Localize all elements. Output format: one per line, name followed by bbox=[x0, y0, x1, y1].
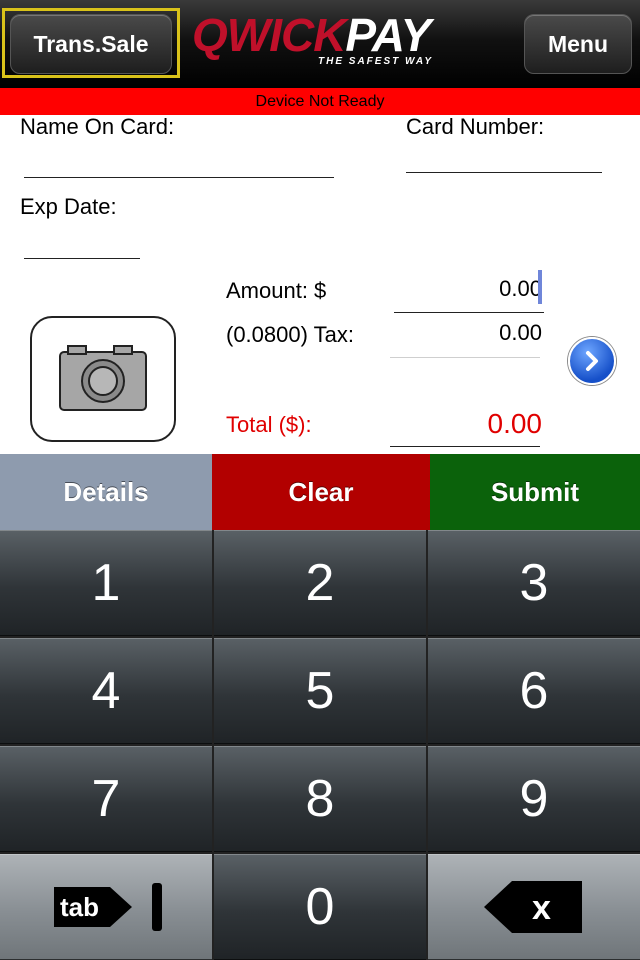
tab-key[interactable]: tab bbox=[0, 854, 212, 960]
camera-icon bbox=[59, 345, 147, 411]
menu-button[interactable]: Menu bbox=[524, 14, 632, 74]
logo-qwick-text: QWICK bbox=[192, 9, 346, 61]
tax-value: 0.00 bbox=[499, 320, 542, 345]
name-on-card-field[interactable] bbox=[24, 177, 334, 178]
backspace-icon: x bbox=[484, 881, 582, 933]
submit-button[interactable]: Submit bbox=[430, 454, 640, 530]
device-status-banner: Device Not Ready bbox=[0, 88, 640, 115]
logo-pay-text: PAY bbox=[345, 9, 431, 61]
name-on-card-label: Name On Card: bbox=[20, 114, 175, 139]
exp-date-label: Exp Date: bbox=[20, 194, 117, 219]
card-number-field[interactable] bbox=[406, 172, 602, 173]
key-0[interactable]: 0 bbox=[214, 854, 426, 960]
tab-icon: tab bbox=[50, 881, 162, 933]
key-4[interactable]: 4 bbox=[0, 638, 212, 744]
text-cursor bbox=[538, 270, 542, 304]
numeric-keypad: 1 2 3 4 5 6 7 8 9 tab 0 x bbox=[0, 530, 640, 960]
tax-underline bbox=[390, 357, 540, 358]
key-5[interactable]: 5 bbox=[214, 638, 426, 744]
amount-value[interactable]: 0.00 bbox=[394, 276, 542, 302]
total-label: Total ($): bbox=[226, 412, 312, 437]
key-9[interactable]: 9 bbox=[428, 746, 640, 852]
key-6[interactable]: 6 bbox=[428, 638, 640, 744]
card-number-label: Card Number: bbox=[406, 114, 545, 139]
exp-date-field[interactable] bbox=[24, 258, 140, 259]
tab-key-label: tab bbox=[60, 892, 99, 922]
details-button[interactable]: Details bbox=[0, 454, 212, 530]
backspace-key-label: x bbox=[532, 889, 551, 927]
clear-button[interactable]: Clear bbox=[212, 454, 430, 530]
next-field-button[interactable] bbox=[568, 337, 616, 385]
backspace-key[interactable]: x bbox=[428, 854, 640, 960]
key-1[interactable]: 1 bbox=[0, 530, 212, 636]
header-bar: Trans.Sale QWICKPAY THE SAFEST WAY Menu bbox=[0, 0, 640, 88]
logo-tagline: THE SAFEST WAY bbox=[318, 56, 434, 67]
camera-button[interactable] bbox=[30, 316, 176, 442]
total-value: 0.00 bbox=[487, 408, 543, 439]
tax-label: (0.0800) Tax: bbox=[226, 322, 355, 347]
key-3[interactable]: 3 bbox=[428, 530, 640, 636]
key-7[interactable]: 7 bbox=[0, 746, 212, 852]
trans-sale-button[interactable]: Trans.Sale bbox=[10, 14, 172, 74]
total-underline bbox=[390, 446, 540, 447]
key-2[interactable]: 2 bbox=[214, 530, 426, 636]
amount-label: Amount: $ bbox=[226, 278, 327, 303]
qwickpay-logo: QWICKPAY THE SAFEST WAY bbox=[192, 10, 454, 72]
amount-underline bbox=[394, 312, 544, 313]
chevron-right-icon bbox=[586, 351, 598, 371]
key-8[interactable]: 8 bbox=[214, 746, 426, 852]
